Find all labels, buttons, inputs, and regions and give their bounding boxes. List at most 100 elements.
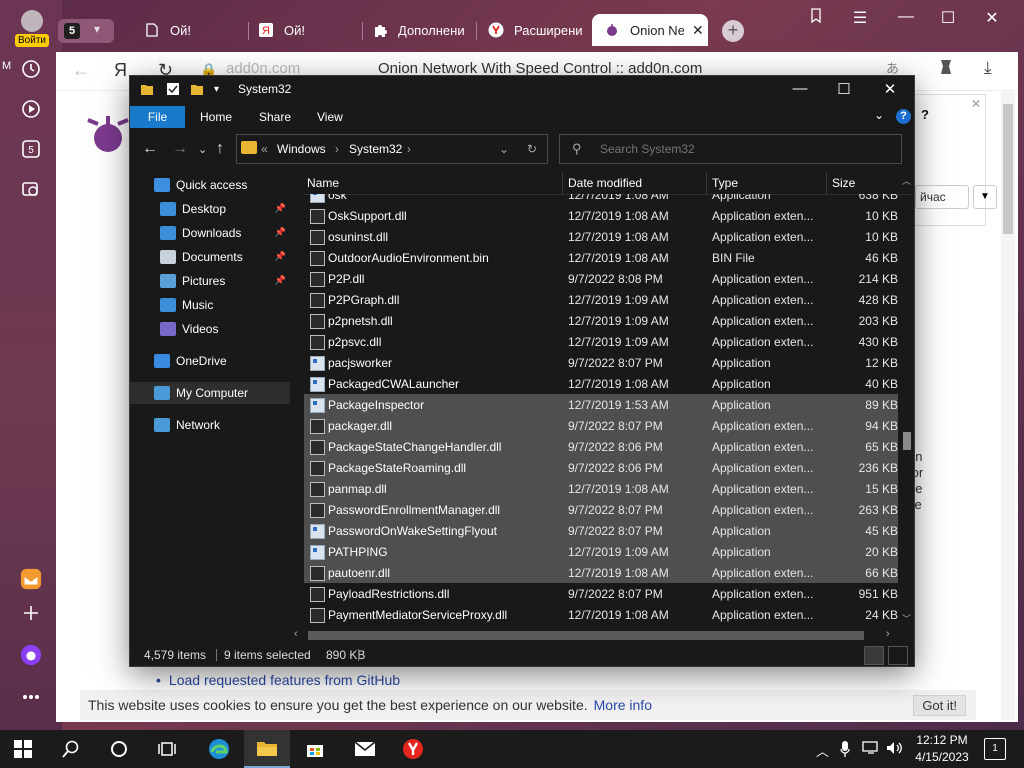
scroll-thumb[interactable] xyxy=(903,432,911,450)
file-row[interactable]: PayloadRestrictions.dll 9/7/2022 8:07 PM A… xyxy=(304,583,898,604)
file-explorer-taskbar-icon[interactable] xyxy=(244,730,290,768)
path-segment-windows[interactable]: Windows xyxy=(277,142,326,156)
nav-item-my-computer[interactable]: My Computer xyxy=(130,382,290,404)
tab-4[interactable]: Расширени xyxy=(488,14,590,46)
tab-counter-button[interactable]: 5 ▾ xyxy=(58,19,114,43)
column-date-modified[interactable]: Date modified xyxy=(568,176,642,190)
github-link[interactable]: Load requested features from GitHub xyxy=(156,672,400,688)
forward-icon[interactable]: → xyxy=(172,140,188,158)
file-row[interactable]: osuninst.dll 12/7/2019 1:08 AM Application… xyxy=(304,226,898,247)
nav-item-network[interactable]: Network xyxy=(130,414,290,436)
details-view-icon[interactable] xyxy=(864,646,884,665)
file-row[interactable]: PackageStateChangeHandler.dll 9/7/2022 8:… xyxy=(304,436,898,457)
back-icon[interactable]: ← xyxy=(72,60,90,81)
file-row[interactable]: P2PGraph.dll 12/7/2019 1:09 AM Application… xyxy=(304,289,898,310)
search-icon[interactable] xyxy=(48,730,94,768)
page-scrollbar[interactable] xyxy=(1001,92,1015,720)
nav-item-onedrive[interactable]: OneDrive xyxy=(130,350,290,372)
chevron-right-icon[interactable]: › xyxy=(407,142,411,156)
clock[interactable]: 12:12 PM 4/15/2023 xyxy=(912,732,972,766)
column-size[interactable]: Size xyxy=(832,176,855,190)
file-row[interactable]: PasswordOnWakeSettingFlyout 9/7/2022 8:07… xyxy=(304,520,898,541)
tab-2[interactable]: Я Ой! xyxy=(258,14,362,46)
file-row[interactable]: PasswordEnrollmentManager.dll 9/7/2022 8:… xyxy=(304,499,898,520)
help-icon[interactable]: ? xyxy=(896,109,911,124)
scroll-thumb[interactable] xyxy=(308,631,864,640)
yandex-browser-taskbar-icon[interactable] xyxy=(390,730,436,768)
file-row[interactable]: p2pnetsh.dll 12/7/2019 1:09 AM Application… xyxy=(304,310,898,331)
more-info-link[interactable]: More info xyxy=(594,697,652,713)
nav-item-documents[interactable]: Documents 📌 xyxy=(130,246,290,268)
nav-item-music[interactable]: Music xyxy=(130,294,290,316)
file-row[interactable]: p2psvc.dll 12/7/2019 1:09 AM Application e… xyxy=(304,331,898,352)
recent-locations-icon[interactable]: ⌄ xyxy=(198,143,207,156)
alice-icon[interactable] xyxy=(20,644,42,666)
microphone-icon[interactable] xyxy=(840,741,850,760)
file-row[interactable]: PackagedCWALauncher 12/7/2019 1:08 AM Appl… xyxy=(304,373,898,394)
menu-icon[interactable]: ☰ xyxy=(840,8,880,28)
chevron-right-icon[interactable]: › xyxy=(335,142,339,156)
start-icon[interactable] xyxy=(0,730,46,768)
translate-icon[interactable]: あ xyxy=(886,58,899,77)
scroll-right-icon[interactable]: › xyxy=(886,628,890,640)
chevron-down-icon[interactable]: ▼ xyxy=(973,185,997,209)
mail-app-icon[interactable] xyxy=(20,568,42,590)
nav-item-videos[interactable]: Videos xyxy=(130,318,290,340)
tab-home[interactable]: Home xyxy=(200,110,232,124)
path-segment-system32[interactable]: System32 xyxy=(349,142,402,156)
file-row[interactable]: PaymentMediatorServiceProxy.dll 12/7/2019… xyxy=(304,604,898,624)
tab-view[interactable]: View xyxy=(317,110,343,124)
tray-expand-icon[interactable]: ︿ xyxy=(816,741,829,760)
minimize-icon[interactable]: — xyxy=(886,8,926,26)
file-row[interactable]: P2P.dll 9/7/2022 8:08 PM Application exten… xyxy=(304,268,898,289)
nav-item-pictures[interactable]: Pictures 📌 xyxy=(130,270,290,292)
file-row[interactable]: PackageInspector 12/7/2019 1:53 AM Applica… xyxy=(304,394,898,415)
mail-icon[interactable] xyxy=(342,730,388,768)
minimize-icon[interactable]: — xyxy=(778,80,822,97)
file-row[interactable]: PackageStateRoaming.dll 9/7/2022 8:06 PM A… xyxy=(304,457,898,478)
file-row[interactable]: pautoenr.dll 12/7/2019 1:08 AM Application… xyxy=(304,562,898,583)
file-row[interactable]: OskSupport.dll 12/7/2019 1:08 AM Applicati… xyxy=(304,205,898,226)
maximize-icon[interactable]: ☐ xyxy=(928,8,968,28)
extension-onion-icon[interactable] xyxy=(938,58,954,81)
customize-toolbar-icon[interactable]: ▾ xyxy=(214,84,219,95)
file-row[interactable]: panmap.dll 12/7/2019 1:08 AM Application e… xyxy=(304,478,898,499)
network-icon[interactable] xyxy=(862,741,880,758)
chevron-down-icon[interactable]: ⌄ xyxy=(499,142,509,156)
properties-icon[interactable] xyxy=(166,82,180,99)
store-icon[interactable] xyxy=(292,730,338,768)
close-tab-icon[interactable]: ✕ xyxy=(692,22,704,39)
large-icons-view-icon[interactable] xyxy=(888,646,908,665)
more-icon[interactable] xyxy=(20,686,42,708)
path-overflow[interactable]: « xyxy=(261,142,268,156)
history-icon[interactable] xyxy=(20,58,42,80)
file-row[interactable]: pacjsworker 9/7/2022 8:07 PM Application 12… xyxy=(304,352,898,373)
bookmarks-icon[interactable] xyxy=(796,8,836,29)
horizontal-scrollbar[interactable]: ‹ › xyxy=(290,628,900,642)
notifications-icon[interactable]: 1 xyxy=(984,738,1006,760)
nav-item-downloads[interactable]: Downloads 📌 xyxy=(130,222,290,244)
nav-item-quick-access[interactable]: Quick access xyxy=(130,174,290,196)
tab-5-active[interactable]: Onion Ne ✕ xyxy=(592,14,708,46)
file-row[interactable]: osk 12/7/2019 1:08 AM Application 638 KB xyxy=(304,194,898,205)
tab-share[interactable]: Share xyxy=(259,110,291,124)
task-view-icon[interactable] xyxy=(144,730,190,768)
up-icon[interactable]: ↑ xyxy=(216,140,224,158)
tabs-counter-icon[interactable]: 5 xyxy=(20,138,42,160)
new-tab-button[interactable]: + xyxy=(722,20,744,42)
add-panel-icon[interactable] xyxy=(20,602,42,624)
scroll-left-icon[interactable]: ‹ xyxy=(294,628,298,640)
nav-item-desktop[interactable]: Desktop 📌 xyxy=(130,198,290,220)
tab-file[interactable]: File xyxy=(130,106,185,128)
file-row[interactable]: OutdoorAudioEnvironment.bin 12/7/2019 1:0… xyxy=(304,247,898,268)
download-icon[interactable]: ⤓ xyxy=(984,58,992,78)
volume-icon[interactable] xyxy=(886,741,904,758)
column-type[interactable]: Type xyxy=(712,176,738,190)
got-it-button[interactable]: Got it! xyxy=(913,695,966,716)
search-input[interactable] xyxy=(598,139,892,159)
screenshot-icon[interactable] xyxy=(20,178,42,200)
tab-1[interactable]: Ой! xyxy=(144,14,248,46)
url-text[interactable]: add0n.com xyxy=(226,60,300,77)
file-row[interactable]: packager.dll 9/7/2022 8:07 PM Application … xyxy=(304,415,898,436)
maximize-icon[interactable]: ☐ xyxy=(822,80,866,98)
